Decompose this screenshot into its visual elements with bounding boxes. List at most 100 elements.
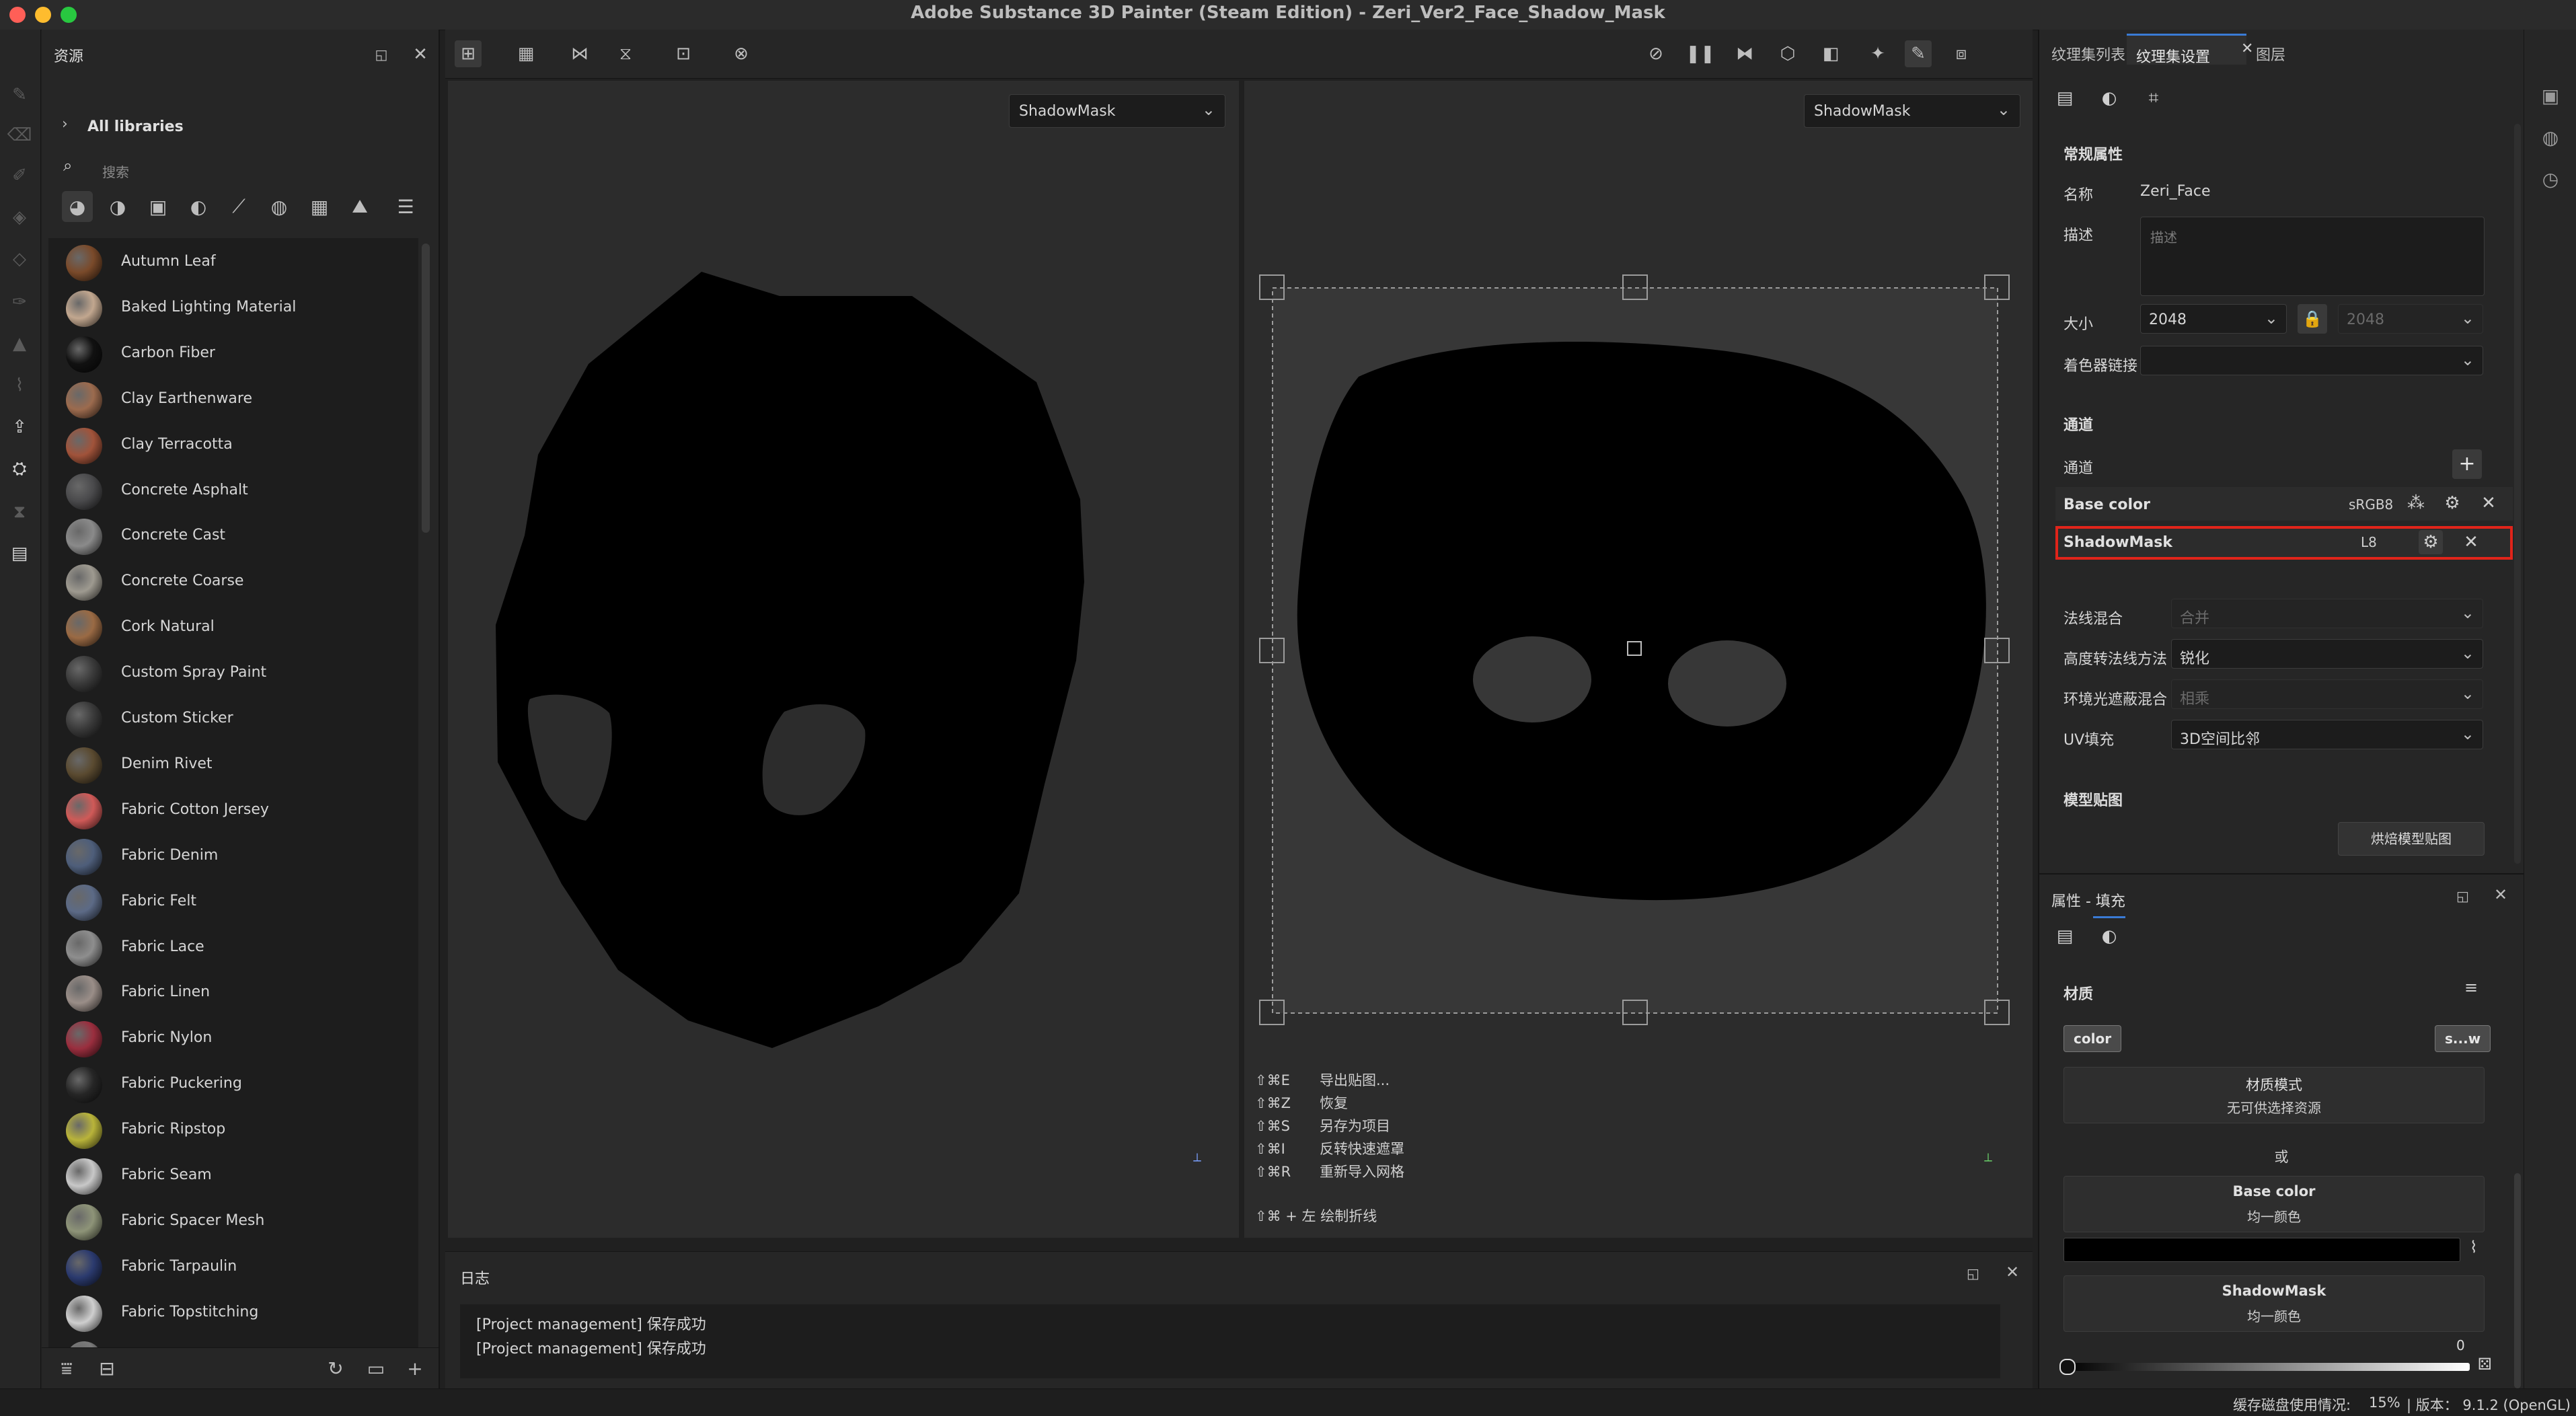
viewport-3d[interactable]: ShadowMask ⌄ ⟂ <box>448 81 1239 1238</box>
material-ball-icon[interactable]: ◐ <box>2097 86 2121 110</box>
asset-item[interactable]: Autumn Leaf <box>48 238 418 284</box>
description-field[interactable]: 描述 <box>2140 217 2485 296</box>
transform-handle[interactable] <box>1984 274 2010 300</box>
sw-chip[interactable]: s...w <box>2435 1025 2491 1052</box>
brushes-filter-icon[interactable]: ⟋ <box>223 191 254 222</box>
asset-item[interactable]: Fabric Nylon <box>48 1014 418 1060</box>
uv-padding-select[interactable]: 3D空间比邻 ⌄ <box>2171 720 2483 749</box>
size-select[interactable]: 2048 ⌄ <box>2140 304 2287 334</box>
base-color-swatch[interactable] <box>2063 1238 2460 1262</box>
smart-materials-filter-icon[interactable]: ◑ <box>102 191 133 222</box>
eyedropper-icon[interactable]: ⌇ <box>2470 1238 2478 1257</box>
color-chip[interactable]: color <box>2063 1025 2122 1052</box>
shader-settings-icon[interactable]: ◍ <box>2539 126 2562 149</box>
shadowmask-slider[interactable] <box>2063 1363 2470 1371</box>
masks-filter-icon[interactable]: ▣ <box>143 191 174 222</box>
import-list-icon[interactable]: ⊟ <box>96 1357 118 1380</box>
display-settings-icon[interactable]: ▣ <box>2539 85 2562 108</box>
tab-texture-set-settings[interactable]: 纹理集设置 <box>2127 34 2247 66</box>
list-view-icon[interactable]: ☰ <box>390 191 421 222</box>
asset-item[interactable]: Fabric Lace <box>48 924 418 969</box>
document-icon[interactable]: ▤ <box>8 542 31 565</box>
eraser-icon[interactable]: ⌫ <box>7 124 32 147</box>
projection-icon[interactable]: ✐ <box>8 164 31 187</box>
asset-item[interactable]: Fabric Topstitching <box>48 1289 418 1335</box>
close-tab-icon[interactable]: ✕ <box>2241 40 2253 57</box>
uv-grid-icon[interactable]: ⊞ <box>455 40 482 67</box>
viewport-2d[interactable]: ShadowMask ⌄ ⟂ <box>1244 81 2033 1238</box>
paint-brush-icon[interactable]: ✎ <box>8 83 31 106</box>
gear-icon[interactable]: ⚙ <box>2440 491 2464 515</box>
asset-item[interactable]: Clay Earthenware <box>48 375 418 421</box>
tile-icon[interactable]: ▦ <box>513 40 539 67</box>
eyedropper-icon[interactable]: ⌇ <box>8 374 31 397</box>
paint-mode-icon[interactable]: ✎ <box>1905 40 1932 67</box>
hourglass-icon[interactable]: ⧗ <box>8 500 31 523</box>
transform-handle[interactable] <box>1984 1000 2010 1025</box>
asset-item[interactable]: Fabric Ripstop <box>48 1106 418 1152</box>
cube-view-icon[interactable]: ⬡ <box>1774 40 1801 67</box>
add-icon[interactable]: + <box>404 1357 426 1380</box>
transform-handle[interactable] <box>1984 638 2010 663</box>
asset-item[interactable]: Clay Terracotta <box>48 421 418 467</box>
chevron-right-icon[interactable]: › <box>62 116 68 133</box>
filter-settings-icon[interactable]: ⩸ <box>55 1357 78 1380</box>
search-input[interactable]: 搜索 <box>102 161 129 181</box>
add-frame-icon[interactable]: ⊡ <box>670 40 697 67</box>
camera-icon[interactable]: ◧ <box>1817 40 1844 67</box>
float-panel-icon[interactable]: ◱ <box>371 44 391 65</box>
all-libraries[interactable]: All libraries <box>87 118 184 135</box>
lock-icon[interactable]: 🔒 <box>2298 304 2327 334</box>
material-picker-icon[interactable]: ▲ <box>8 332 31 355</box>
alphas-filter-icon[interactable]: ◍ <box>264 191 295 222</box>
float-panel-icon[interactable]: ◱ <box>2456 888 2469 904</box>
asset-item[interactable]: Fabric Linen <box>48 969 418 1014</box>
polygon-fill-icon[interactable]: ◈ <box>8 206 31 229</box>
material-mode-slot[interactable]: 材质模式 无可供选择资源 <box>2063 1067 2485 1123</box>
pause-icon[interactable]: ❚❚ <box>1685 40 1715 67</box>
asset-item[interactable]: Fabric Seam <box>48 1152 418 1197</box>
smart-masks-filter-icon[interactable]: ◐ <box>183 191 214 222</box>
history-icon[interactable]: ◷ <box>2539 168 2562 191</box>
symmetry-icon[interactable]: ⧓ <box>1731 40 1758 67</box>
transform-handle[interactable] <box>1622 274 1648 300</box>
asset-item[interactable]: Denim Rivet <box>48 741 418 786</box>
tab-layers[interactable]: 图层 <box>2256 34 2285 65</box>
uv-crop-icon[interactable]: ⌗ <box>2142 86 2166 110</box>
asset-list-scrollbar[interactable] <box>422 244 430 533</box>
search-row[interactable]: ⌕ 搜索 <box>62 153 425 183</box>
texture-settings-icon[interactable]: ▤ <box>2053 86 2077 110</box>
close-panel-icon[interactable]: ✕ <box>2006 1263 2019 1281</box>
asset-item[interactable]: Fabric Spacer Mesh <box>48 1197 418 1243</box>
bake-icon[interactable]: ⛭ <box>8 457 31 480</box>
remove-channel-icon[interactable]: ✕ <box>2459 530 2483 554</box>
export-icon[interactable]: ⇪ <box>8 416 31 439</box>
asset-item[interactable]: Concrete Asphalt <box>48 467 418 513</box>
asset-item[interactable]: Fabric Puckering <box>48 1060 418 1106</box>
materials-filter-icon[interactable]: ◕ <box>62 191 93 222</box>
fill-settings-icon[interactable]: ▤ <box>2053 924 2077 948</box>
channel-row-shadowmask[interactable]: ShadowMask L8 ⚙ ✕ <box>2055 526 2513 560</box>
hide-icon[interactable]: ⊘ <box>1642 40 1669 67</box>
shader-link-select[interactable]: ⌄ <box>2140 346 2483 375</box>
name-value[interactable]: Zeri_Face <box>2140 183 2211 200</box>
asset-item[interactable]: Baked Lighting Material <box>48 284 418 330</box>
add-channel-button[interactable]: + <box>2452 449 2482 479</box>
height-to-normal-select[interactable]: 锐化 ⌄ <box>2171 639 2483 669</box>
slider-handle[interactable] <box>2059 1359 2076 1375</box>
transform-handle[interactable] <box>1259 638 1285 663</box>
textures-filter-icon[interactable]: ▦ <box>304 191 335 222</box>
close-panel-icon[interactable]: ✕ <box>410 44 430 65</box>
mirror-y-icon[interactable]: ⧖ <box>612 40 639 67</box>
asset-item[interactable]: Fabric Denim <box>48 832 418 878</box>
smudge-icon[interactable]: ◇ <box>8 248 31 270</box>
color-space-icon[interactable]: ⁂ <box>2404 491 2428 515</box>
asset-item[interactable]: Custom Sticker <box>48 695 418 741</box>
transform-handle[interactable] <box>1259 274 1285 300</box>
close-panel-icon[interactable]: ✕ <box>2494 885 2507 904</box>
menu-icon[interactable]: ≡ <box>2464 978 2478 997</box>
texture-set-scrollbar[interactable] <box>2514 124 2521 864</box>
properties-scrollbar[interactable] <box>2514 1173 2521 1388</box>
clone-icon[interactable]: ✑ <box>8 291 31 313</box>
material-ball-icon[interactable]: ◐ <box>2097 924 2121 948</box>
